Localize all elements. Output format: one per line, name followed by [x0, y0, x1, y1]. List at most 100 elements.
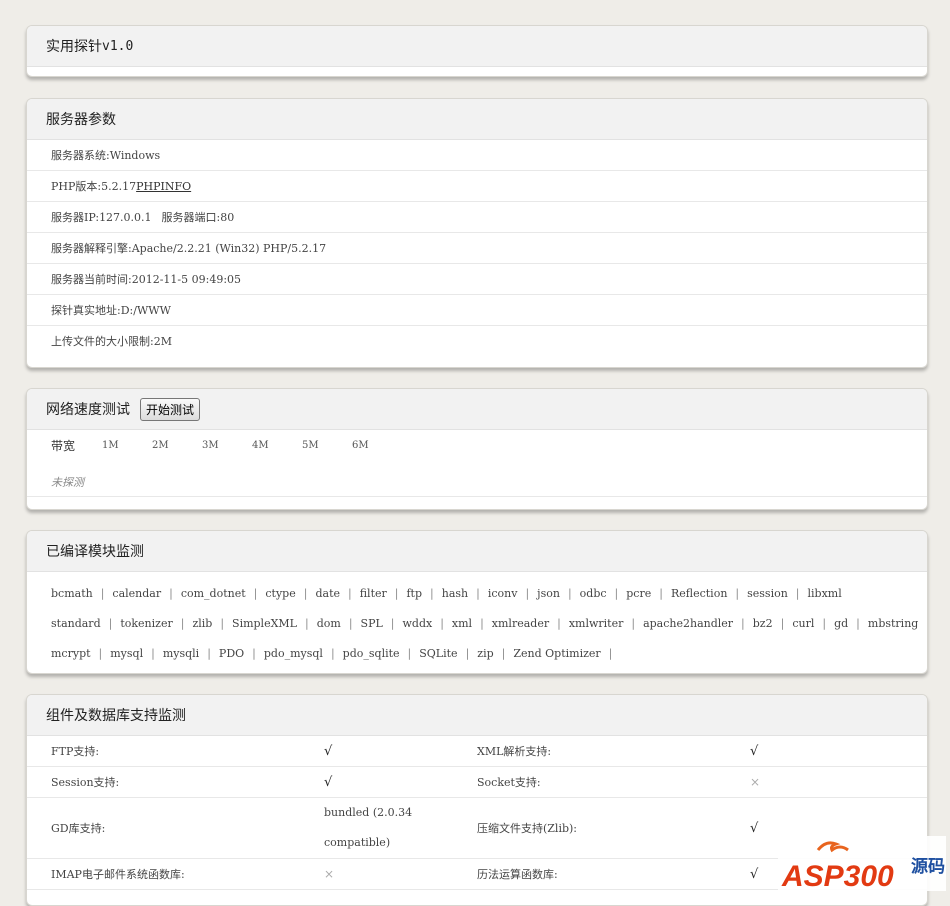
- check-icon: √: [750, 743, 759, 759]
- module-separator: |: [253, 586, 258, 600]
- module-item: dom: [316, 616, 341, 630]
- scale-mark: 2M: [152, 439, 169, 451]
- component-row: FTP支持: √ XML解析支持: √: [27, 736, 927, 767]
- module-item: mbstring: [867, 616, 919, 630]
- probe-path-row: 探针真实地址: D:/WWW: [27, 295, 927, 326]
- module-item: zip: [477, 646, 494, 660]
- module-item: wddx: [402, 616, 433, 630]
- module-separator: |: [430, 586, 434, 600]
- module-separator: |: [476, 586, 480, 600]
- module-separator: |: [180, 616, 185, 630]
- module-item: zlib: [192, 616, 213, 630]
- module-item: curl: [792, 616, 815, 630]
- header-bar: 实用探针 v1.0: [27, 26, 927, 67]
- watermark-brand: ASP300: [781, 860, 894, 891]
- module-separator: |: [151, 646, 155, 660]
- module-item: iconv: [487, 586, 518, 600]
- start-test-button[interactable]: 开始测试: [140, 397, 201, 421]
- module-item: xmlreader: [491, 616, 550, 630]
- module-item: xmlwriter: [568, 616, 624, 630]
- module-item: odbc: [579, 586, 607, 600]
- scale-mark: 6M: [352, 439, 369, 451]
- server-panel: 服务器参数 服务器系统: Windows PHP版本: 5.2.17 PHPINFO …: [26, 98, 928, 368]
- module-separator: |: [608, 646, 613, 660]
- module-item: mcrypt: [51, 646, 91, 660]
- module-separator: |: [394, 586, 399, 600]
- module-item: pdo_mysql: [263, 646, 323, 660]
- module-item: standard: [51, 616, 101, 630]
- module-separator: |: [220, 616, 225, 630]
- module-item: SimpleXML: [232, 616, 297, 630]
- speed-status: 未探测: [27, 468, 927, 497]
- check-icon: √: [324, 743, 333, 759]
- modules-panel: 已编译模块监测 bcmath | calendar | com_dotnet | ctype…: [26, 530, 928, 674]
- module-item: PDO: [218, 646, 245, 660]
- scale-mark: 1M: [102, 439, 119, 451]
- header-panel: 实用探针 v1.0: [26, 25, 928, 77]
- module-item: filter: [359, 586, 387, 600]
- module-line: standard | tokenizer | zlib | SimpleXML | dom | SP…: [51, 608, 927, 638]
- module-item: bcmath: [51, 586, 93, 600]
- module-separator: |: [304, 616, 309, 630]
- server-os-row: 服务器系统: Windows: [27, 140, 927, 171]
- module-separator: |: [614, 586, 619, 600]
- module-item: SPL: [360, 616, 383, 630]
- module-separator: |: [822, 616, 827, 630]
- module-item: Reflection: [670, 586, 728, 600]
- server-time-row: 服务器当前时间: 2012-11-5 09:49:05: [27, 264, 927, 295]
- app-version: v1.0: [102, 38, 134, 54]
- speed-test-panel: 网络速度测试 开始测试 带宽 1M 2M 3M 4M 5M 6M 未探测: [26, 388, 928, 510]
- module-separator: |: [735, 586, 740, 600]
- module-separator: |: [100, 586, 105, 600]
- watermark-suffix: 源码: [911, 856, 945, 877]
- module-separator: |: [303, 586, 308, 600]
- module-separator: |: [525, 586, 530, 600]
- module-separator: |: [659, 586, 663, 600]
- module-item: bz2: [752, 616, 773, 630]
- module-separator: |: [780, 616, 785, 630]
- module-item: xml: [451, 616, 473, 630]
- module-separator: |: [252, 646, 256, 660]
- module-item: session: [747, 586, 788, 600]
- module-item: gd: [834, 616, 849, 630]
- server-ip-row: 服务器IP: 127.0.0.1 服务器端口: 80: [27, 202, 927, 233]
- upload-limit-row: 上传文件的大小限制: 2M: [51, 334, 172, 349]
- speed-test-header: 网络速度测试 开始测试: [27, 389, 927, 430]
- module-separator: |: [567, 586, 572, 600]
- asp300-watermark-logo: ASP300 源码: [778, 836, 946, 893]
- module-separator: |: [856, 616, 860, 630]
- cross-icon: ×: [324, 867, 335, 881]
- module-item: pdo_sqlite: [342, 646, 400, 660]
- module-separator: |: [480, 616, 484, 630]
- module-separator: |: [741, 616, 745, 630]
- module-item: hash: [441, 586, 469, 600]
- module-line: mcrypt | mysql | mysqli | PDO | pdo_mysql | pdo_sq…: [51, 638, 927, 668]
- scale-mark: 3M: [202, 439, 219, 451]
- scale-mark: 5M: [302, 439, 319, 451]
- php-version-row: PHP版本: 5.2.17 PHPINFO: [27, 171, 927, 202]
- check-icon: √: [324, 774, 333, 790]
- module-item: date: [315, 586, 340, 600]
- engine-row: 服务器解释引擎: Apache/2.2.21 (Win32) PHP/5.2.17: [27, 233, 927, 264]
- module-separator: |: [390, 616, 395, 630]
- module-separator: |: [557, 616, 561, 630]
- phpinfo-link[interactable]: PHPINFO: [136, 180, 191, 193]
- module-item: json: [537, 586, 560, 600]
- server-panel-title: 服务器参数: [27, 99, 927, 140]
- module-separator: |: [348, 586, 352, 600]
- module-separator: |: [465, 646, 470, 660]
- module-separator: |: [440, 616, 444, 630]
- check-icon: √: [750, 820, 759, 836]
- module-separator: |: [108, 616, 113, 630]
- module-line: bcmath | calendar | com_dotnet | ctype | date | fi…: [51, 578, 927, 608]
- module-separator: |: [98, 646, 103, 660]
- module-item: calendar: [112, 586, 162, 600]
- module-item: libxml: [807, 586, 842, 600]
- module-separator: |: [631, 616, 636, 630]
- cross-icon: ×: [750, 775, 761, 789]
- module-separator: |: [348, 616, 353, 630]
- module-separator: |: [169, 586, 173, 600]
- component-row: Session支持: √ Socket支持: ×: [27, 767, 927, 798]
- module-list: bcmath | calendar | com_dotnet | ctype | date | fi…: [27, 572, 927, 668]
- module-item: mysqli: [162, 646, 200, 660]
